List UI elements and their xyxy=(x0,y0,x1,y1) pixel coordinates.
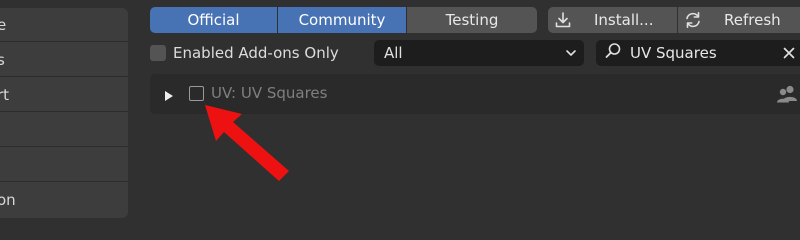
refresh-icon xyxy=(678,10,708,30)
enabled-only-toggle[interactable]: Enabled Add-ons Only xyxy=(150,41,339,65)
refresh-button[interactable]: Refresh xyxy=(678,7,800,33)
addon-enable-checkbox[interactable] xyxy=(189,86,204,101)
enabled-only-label: Enabled Add-ons Only xyxy=(173,44,339,62)
sidebar-item[interactable]: on xyxy=(0,183,128,217)
chevron-down-icon xyxy=(564,46,578,64)
annotation-arrow-icon xyxy=(205,105,289,181)
category-value: All xyxy=(384,44,403,62)
sidebar-item[interactable]: e xyxy=(0,8,128,42)
sidebar-item-label: e xyxy=(0,15,7,34)
preferences-sidebar: e s rt on xyxy=(0,8,128,218)
sidebar-item-label: on xyxy=(0,191,16,209)
sidebar-item-label: rt xyxy=(0,85,10,104)
sidebar-item[interactable] xyxy=(0,148,128,182)
tab-community[interactable]: Community xyxy=(278,7,406,33)
search-icon xyxy=(604,42,622,64)
sidebar-item-label: s xyxy=(0,50,5,69)
download-icon xyxy=(548,11,578,29)
close-icon[interactable] xyxy=(780,44,798,62)
install-label: Install... xyxy=(594,11,654,29)
sidebar-item[interactable]: s xyxy=(0,43,128,77)
install-button[interactable]: Install... xyxy=(548,7,677,33)
community-users-icon xyxy=(776,84,798,108)
enabled-only-checkbox[interactable] xyxy=(150,45,166,61)
tab-testing[interactable]: Testing xyxy=(407,7,537,33)
search-input[interactable] xyxy=(630,44,770,62)
sidebar-item[interactable] xyxy=(0,113,128,147)
refresh-label: Refresh xyxy=(724,11,781,29)
tab-official[interactable]: Official xyxy=(150,7,277,33)
search-field[interactable] xyxy=(596,40,800,66)
sidebar-item[interactable]: rt xyxy=(0,78,128,112)
expand-triangle-icon[interactable] xyxy=(164,88,174,106)
category-dropdown[interactable]: All xyxy=(374,40,584,66)
